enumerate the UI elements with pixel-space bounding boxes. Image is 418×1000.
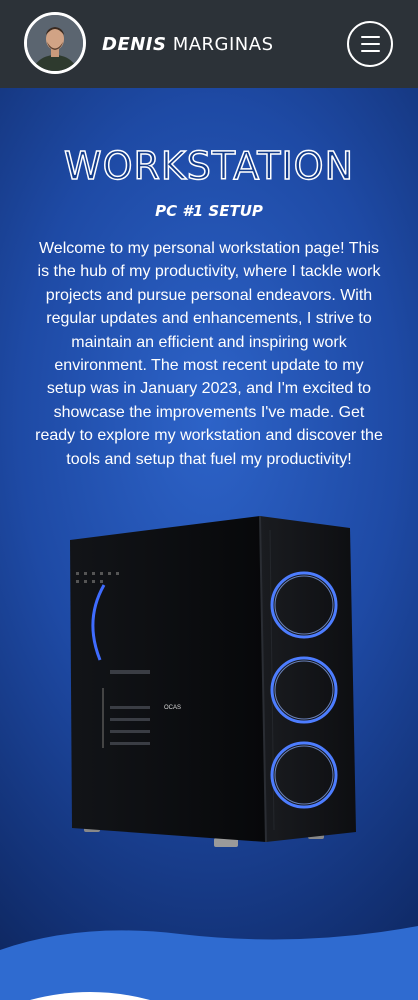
hamburger-menu-icon xyxy=(361,36,380,38)
avatar[interactable] xyxy=(24,12,86,74)
avatar-photo xyxy=(27,15,83,71)
menu-button[interactable] xyxy=(347,21,393,67)
site-header: DENIS MARGINAS xyxy=(0,0,418,88)
pc-case-image: OCAS xyxy=(70,515,356,847)
page-title: WORKSTATION xyxy=(63,143,354,189)
page-subtitle: PC #1 SETUP xyxy=(155,202,263,220)
hamburger-menu-icon xyxy=(361,43,380,45)
bottom-wave xyxy=(0,926,418,1000)
brand-last-name: MARGINAS xyxy=(172,34,274,55)
hamburger-menu-icon xyxy=(361,50,380,52)
site-brand[interactable]: DENIS MARGINAS xyxy=(102,36,274,54)
intro-paragraph: Welcome to my personal workstation page!… xyxy=(35,240,383,468)
case-badge: OCAS xyxy=(164,705,181,711)
brand-first-name: DENIS xyxy=(102,34,167,55)
